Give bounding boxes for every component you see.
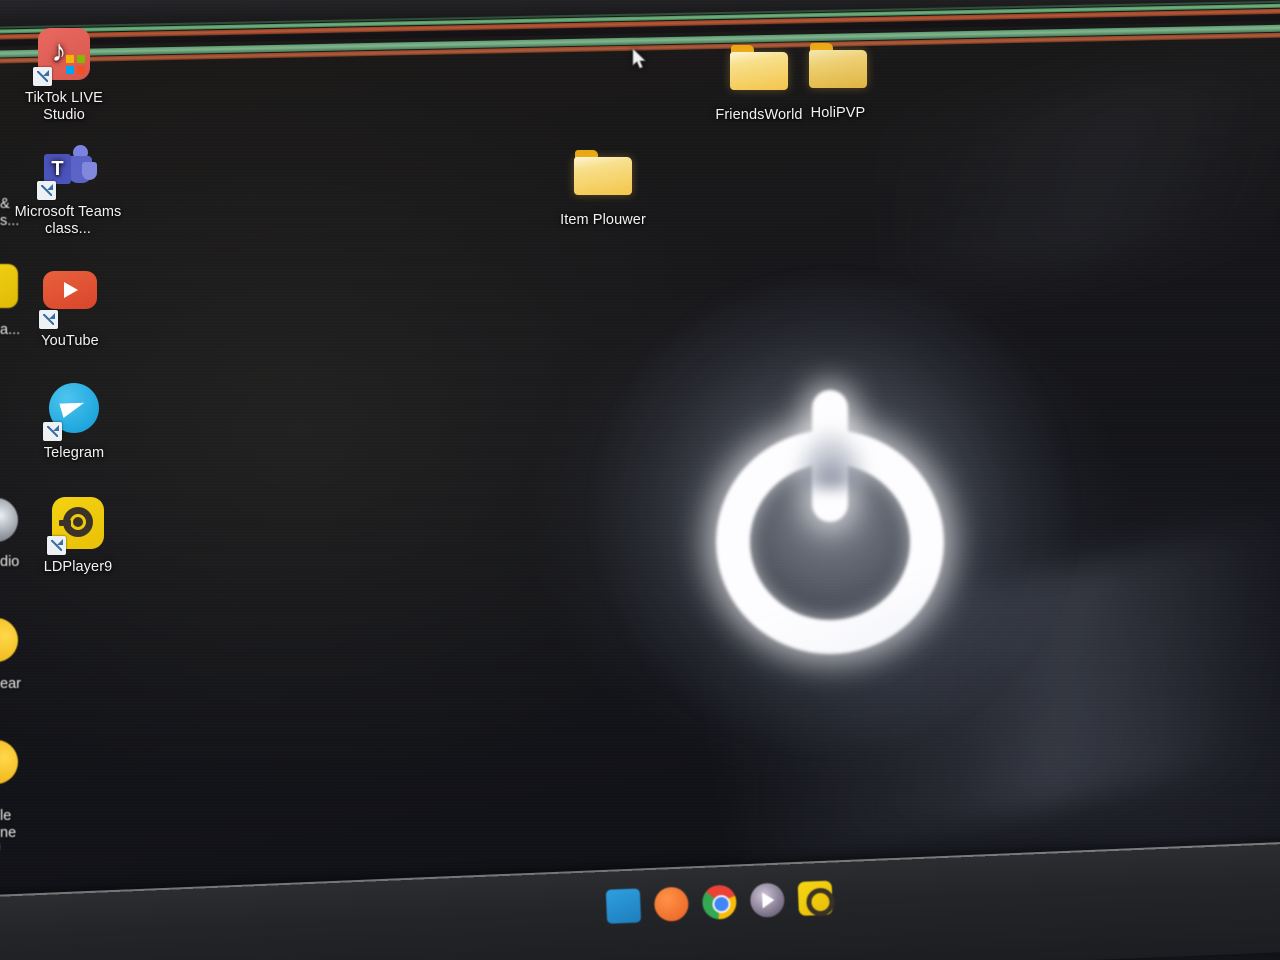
clipped-icon-5[interactable]: le ne <box>0 740 34 842</box>
desktop-folder-label: HoliPVP <box>810 105 866 121</box>
desktop-icon-label: Microsoft Teams class... <box>14 204 122 237</box>
desktop-icon-microsoft-teams[interactable]: T Microsoft Teams class... <box>12 142 124 238</box>
desktop-icon-ldplayer9[interactable]: LDPlayer9 <box>22 496 134 576</box>
teams-person-glyph <box>82 162 97 180</box>
clipped-icon-label: & <box>0 196 10 212</box>
desktop-icon-youtube[interactable]: YouTube <box>14 266 126 350</box>
clipped-icon-label: dio <box>0 554 20 570</box>
tiktok-live-studio-icon: ♪ <box>33 28 92 86</box>
shortcut-arrow-icon <box>37 181 56 200</box>
folder-icon <box>574 150 632 206</box>
taskbar-blue-app-icon[interactable] <box>605 888 642 924</box>
folder-icon <box>730 45 788 101</box>
youtube-icon <box>39 271 98 329</box>
taskbar-orange-app-icon[interactable] <box>653 886 690 922</box>
desktop-screen: & s... a... dio ear le ne ok ♪ TikTok LI… <box>0 0 1280 960</box>
ldplayer-dot-glyph <box>73 517 83 527</box>
taskbar-play-circle-icon[interactable] <box>749 882 786 918</box>
clipped-icon-label: ear <box>0 676 21 692</box>
desktop-icon-tiktok-live-studio[interactable]: ♪ TikTok LIVE Studio <box>8 26 120 124</box>
desktop-folder-item-plouwer[interactable]: Item Plouwer <box>547 145 659 229</box>
folder-icon <box>809 43 867 99</box>
desktop-folder-holipvp[interactable]: HoliPVP <box>782 38 894 122</box>
shortcut-arrow-icon <box>47 536 66 555</box>
desktop-icon-label: LDPlayer9 <box>43 559 113 575</box>
teams-t-glyph: T <box>44 154 71 184</box>
telegram-icon <box>43 383 102 441</box>
clipped-icon-label: le <box>0 808 12 824</box>
desktop-wallpaper <box>0 0 1280 960</box>
shortcut-arrow-icon <box>39 310 58 329</box>
taskbar-items <box>605 875 834 930</box>
mouse-pointer-icon <box>632 48 646 69</box>
ldplayer-bar-glyph <box>59 520 71 526</box>
microsoft-teams-icon: T <box>37 142 97 200</box>
clipped-icon-label: ne <box>0 825 17 841</box>
desktop-icon-label: Telegram <box>43 445 105 461</box>
desktop-icon-telegram[interactable]: Telegram <box>18 382 130 462</box>
shortcut-arrow-icon <box>33 67 52 86</box>
desktop-folder-label: Item Plouwer <box>560 212 646 228</box>
clipped-icon-4[interactable]: ear <box>0 618 34 693</box>
shortcut-arrow-icon <box>43 422 62 441</box>
desktop-icon-label: YouTube <box>41 333 99 349</box>
desktop-icon-label: TikTok LIVE Studio <box>25 90 103 123</box>
taskbar-chrome-icon[interactable] <box>701 884 738 920</box>
windows-squares-glyph <box>66 55 85 74</box>
ldplayer9-icon <box>47 497 106 555</box>
taskbar-ldplayer9-icon[interactable] <box>797 880 833 916</box>
